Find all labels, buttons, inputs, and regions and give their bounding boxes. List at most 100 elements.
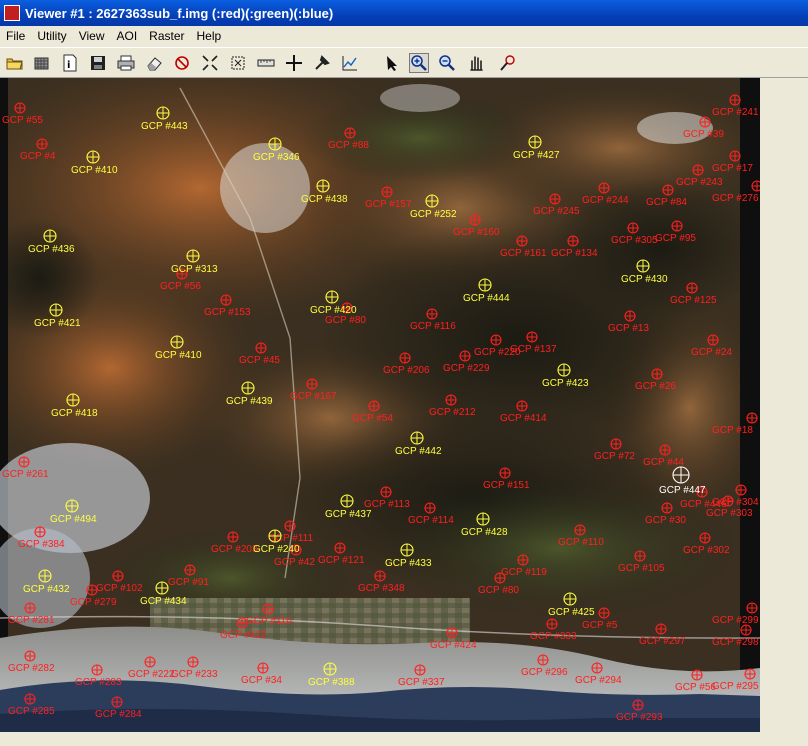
gcp-label: GCP #160 — [453, 227, 500, 238]
zoom-in-icon[interactable] — [409, 53, 429, 73]
gcp-label: GCP #412 — [220, 630, 267, 641]
measure-icon[interactable] — [256, 53, 276, 73]
gcp-label: GCP #30 — [645, 515, 686, 526]
menu-view[interactable]: View — [73, 26, 111, 46]
menu-file[interactable]: File — [0, 26, 31, 46]
clear-view-icon[interactable] — [172, 53, 192, 73]
gcp-label: GCP #105 — [618, 563, 665, 574]
gcp-label: GCP #34 — [241, 675, 282, 686]
gcp-label: GCP #18 — [712, 425, 753, 436]
gcp-label: GCP #4 — [20, 151, 56, 162]
gcp-label: GCP #443 — [141, 121, 188, 132]
gcp-label: GCP #121 — [318, 555, 365, 566]
raster-open-icon[interactable] — [32, 53, 52, 73]
print-icon[interactable] — [116, 53, 136, 73]
gcp-label: GCP #72 — [594, 451, 635, 462]
gcp-label: GCP #84 — [646, 197, 687, 208]
gcp-label: GCP #283 — [75, 677, 122, 688]
gcp-label: GCP #346 — [253, 152, 300, 163]
vertical-scroll-area[interactable] — [760, 78, 808, 746]
gcp-label: GCP #203 — [211, 544, 258, 555]
gcp-label: GCP #432 — [23, 584, 70, 595]
info-icon[interactable]: i — [60, 53, 80, 73]
gcp-label: GCP #428 — [461, 527, 508, 538]
gcp-label: GCP #299 — [712, 615, 759, 626]
gcp-label: GCP #296 — [521, 667, 568, 678]
gcp-label: GCP #151 — [483, 480, 530, 491]
gcp-label: GCP #423 — [542, 378, 589, 389]
gcp-label: GCP #125 — [670, 295, 717, 306]
window-title: Viewer #1 : 2627363sub_f.img (:red)(:gre… — [25, 5, 334, 21]
gcp-label: GCP #436 — [28, 244, 75, 255]
gcp-label: GCP #261 — [2, 469, 49, 480]
gcp-label: GCP #167 — [290, 391, 337, 402]
fit-image-icon[interactable] — [228, 53, 248, 73]
gcp-label: GCP #425 — [548, 607, 595, 618]
gcp-label: GCP #418 — [51, 408, 98, 419]
gcp-label: GCP #110 — [246, 616, 292, 627]
tools-icon[interactable] — [312, 53, 332, 73]
gcp-label: GCP #222 — [128, 669, 175, 680]
gcp-label: GCP #153 — [204, 307, 251, 318]
gcp-label: GCP #44 — [643, 457, 684, 468]
gcp-label: GCP #430 — [621, 274, 668, 285]
gcp-label: GCP #102 — [96, 583, 143, 594]
profile-icon[interactable] — [340, 53, 360, 73]
gcp-label: GCP #294 — [575, 675, 622, 686]
gcp-label: GCP #303 — [706, 508, 753, 519]
gcp-label: GCP #348 — [358, 583, 405, 594]
horizontal-scroll-area[interactable] — [0, 732, 760, 746]
gcp-label: GCP #161 — [500, 248, 547, 259]
zoom-out-icon[interactable] — [437, 53, 457, 73]
gcp-label: GCP #298 — [712, 637, 759, 648]
menu-aoi[interactable]: AOI — [110, 26, 143, 46]
gcp-label: GCP #26 — [635, 381, 676, 392]
inquire-cursor-icon[interactable] — [284, 53, 304, 73]
gcp-label: GCP #13 — [608, 323, 649, 334]
gcp-label: GCP #114 — [408, 515, 454, 526]
select-arrow-icon[interactable] — [382, 53, 402, 73]
save-icon[interactable] — [88, 53, 108, 73]
gcp-label: GCP #279 — [70, 597, 117, 608]
gcp-label: GCP #241 — [712, 107, 759, 118]
gcp-label: GCP #42 — [274, 557, 315, 568]
gcp-label: GCP #24 — [691, 347, 732, 358]
gcp-label: GCP #293 — [616, 712, 663, 723]
fit-to-window-icon[interactable] — [200, 53, 220, 73]
gcp-label: GCP #295 — [712, 681, 759, 692]
gcp-label: GCP #302 — [683, 545, 730, 556]
gcp-label: GCP #134 — [551, 248, 598, 259]
gcp-label: GCP #447 — [659, 485, 706, 496]
gcp-label: GCP #116 — [410, 321, 456, 332]
pan-hand-icon[interactable] — [466, 53, 486, 73]
gcp-label: GCP #444 — [463, 293, 510, 304]
gcp-label: GCP #433 — [385, 558, 432, 569]
gcp-label: GCP #285 — [8, 706, 55, 717]
gcp-label: GCP #206 — [383, 365, 430, 376]
image-viewer[interactable]: GCP #55 GCP #4 GCP #241 GCP #39 GCP #17 GCP #… — [0, 78, 760, 732]
gcp-label: GCP #388 — [308, 677, 355, 688]
menu-raster[interactable]: Raster — [143, 26, 190, 46]
gcp-label: GCP #88 — [328, 140, 369, 151]
eraser-icon[interactable] — [144, 53, 164, 73]
gcp-label: GCP #437 — [325, 509, 372, 520]
gcp-label: GCP #442 — [395, 446, 442, 457]
gcp-label: GCP #240 — [253, 544, 300, 555]
title-bar: Viewer #1 : 2627363sub_f.img (:red)(:gre… — [0, 0, 808, 26]
gcp-label: GCP #284 — [95, 709, 142, 720]
gcp-label: GCP #39 — [683, 129, 724, 140]
svg-text:i: i — [67, 60, 70, 71]
rotate-icon[interactable] — [498, 53, 518, 73]
menu-utility[interactable]: Utility — [31, 26, 72, 46]
menu-help[interactable]: Help — [191, 26, 228, 46]
gcp-label: GCP #45 — [239, 355, 280, 366]
gcp-label: GCP #17 — [712, 163, 753, 174]
gcp-label: GCP #157 — [365, 199, 412, 210]
gcp-label: GCP #212 — [429, 407, 476, 418]
gcp-label: GCP #337 — [398, 677, 445, 688]
gcp-label: GCP #410 — [71, 165, 118, 176]
gcp-label: GCP #95 — [655, 233, 696, 244]
gcp-label: GCP #244 — [582, 195, 629, 206]
satellite-image[interactable]: GCP #55 GCP #4 GCP #241 GCP #39 GCP #17 GCP #… — [0, 78, 760, 732]
open-folder-icon[interactable] — [5, 53, 25, 73]
